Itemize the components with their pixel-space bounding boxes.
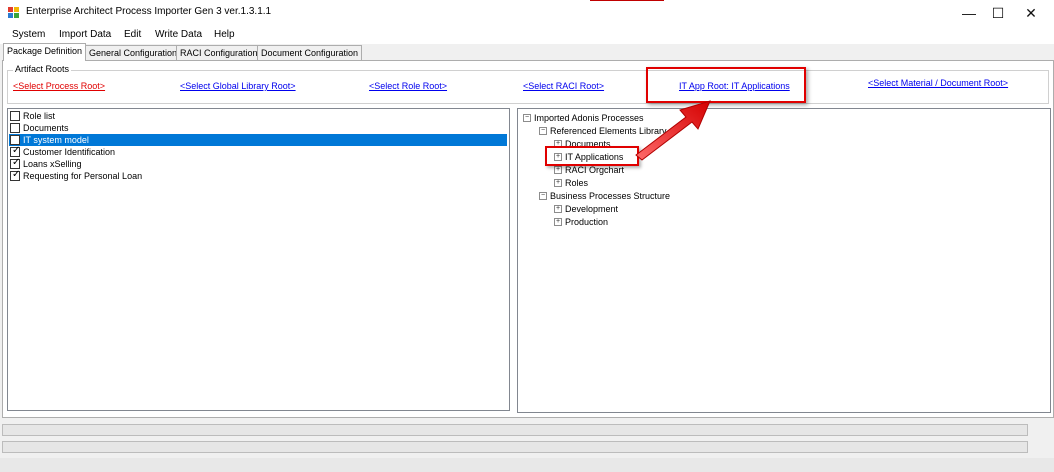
expand-icon[interactable]: +: [554, 166, 562, 174]
check-icon: ✓: [12, 145, 21, 156]
expand-icon[interactable]: +: [554, 205, 562, 213]
list-item[interactable]: Role list: [9, 110, 507, 122]
list-item[interactable]: ✓ Loans xSelling: [9, 157, 507, 170]
maximize-icon: ☐: [991, 4, 1005, 21]
collapse-icon[interactable]: −: [539, 192, 547, 200]
tab-general-configuration[interactable]: General Configuration: [85, 45, 182, 61]
list-item-label: Requesting for Personal Loan: [23, 171, 143, 181]
list-item-label: Customer Identification: [23, 147, 116, 157]
expand-icon[interactable]: +: [554, 179, 562, 187]
artifact-roots-legend: Artifact Roots: [13, 64, 72, 74]
role-root-link[interactable]: <Select Role Root>: [369, 81, 447, 91]
expand-icon[interactable]: +: [554, 218, 562, 226]
checkbox-checked[interactable]: ✓: [10, 157, 21, 169]
tree-node-label: Roles: [565, 178, 589, 188]
checkbox[interactable]: [10, 123, 20, 133]
checkbox-checked[interactable]: ✓: [10, 145, 21, 157]
status-strip: [0, 458, 1054, 472]
check-icon: ✓: [12, 169, 21, 180]
list-item[interactable]: ✓ Requesting for Personal Loan: [9, 169, 507, 182]
menu-edit[interactable]: Edit: [124, 29, 141, 40]
progress-bar: [2, 424, 1028, 436]
tab-package-definition[interactable]: Package Definition: [3, 43, 87, 61]
minimize-icon: —: [962, 5, 976, 21]
package-checklist[interactable]: Role list Documents IT system model ✓ Cu…: [7, 108, 510, 411]
tab-document-configuration[interactable]: Document Configuration: [257, 45, 363, 61]
window-title: Enterprise Architect Process Importer Ge…: [26, 6, 272, 17]
tree-node-label: Production: [565, 217, 609, 227]
list-item-label: Documents: [23, 123, 69, 133]
menu-write-data[interactable]: Write Data: [155, 29, 202, 40]
tree-node-label: Development: [565, 204, 619, 214]
list-item[interactable]: ✓ Customer Identification: [9, 145, 507, 158]
material-document-root-link[interactable]: <Select Material / Document Root>: [868, 78, 1008, 88]
top-edge-accent: [590, 0, 664, 1]
check-icon: ✓: [12, 157, 21, 168]
collapse-icon[interactable]: −: [539, 127, 547, 135]
progress-bar: [2, 441, 1028, 453]
app-icon: [8, 7, 19, 18]
list-item-selected[interactable]: IT system model: [9, 134, 507, 146]
collapse-icon[interactable]: −: [523, 114, 531, 122]
menu-system[interactable]: System: [12, 29, 45, 40]
tab-raci-configuration[interactable]: RACI Configuration: [176, 45, 262, 61]
it-applications-highlight: [545, 146, 639, 166]
tree-node-label: Business Processes Structure: [550, 191, 671, 201]
list-item-label: IT system model: [23, 135, 89, 145]
checkbox[interactable]: [10, 135, 20, 145]
callout-arrow-icon: [635, 100, 711, 161]
checkbox[interactable]: [10, 111, 20, 121]
menu-import-data[interactable]: Import Data: [59, 29, 111, 40]
close-icon: ✕: [1025, 4, 1037, 21]
tree-node-label: Imported Adonis Processes: [534, 113, 644, 123]
raci-root-link[interactable]: <Select RACI Root>: [523, 81, 604, 91]
menu-help[interactable]: Help: [214, 29, 235, 40]
list-item-label: Role list: [23, 111, 56, 121]
global-library-root-link[interactable]: <Select Global Library Root>: [180, 81, 296, 91]
close-button[interactable]: ✕: [1008, 0, 1054, 26]
list-item-label: Loans xSelling: [23, 159, 82, 169]
process-root-link[interactable]: <Select Process Root>: [13, 81, 105, 91]
checkbox-checked[interactable]: ✓: [10, 169, 21, 181]
list-item[interactable]: Documents: [9, 122, 507, 134]
